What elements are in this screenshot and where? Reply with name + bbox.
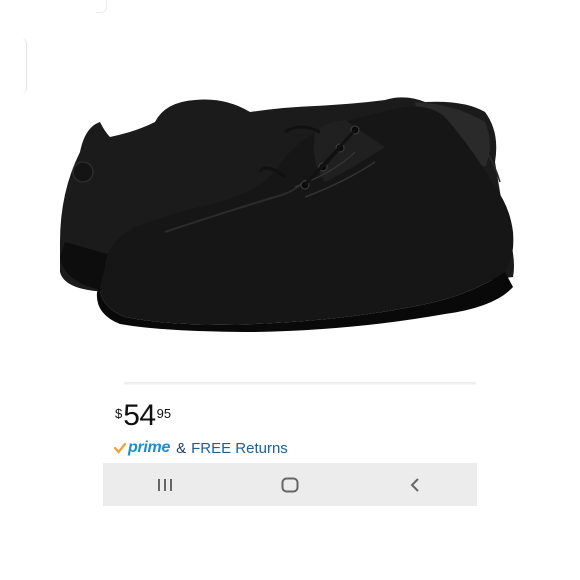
shipping-ampersand: & — [176, 439, 187, 457]
home-icon — [281, 477, 299, 492]
price-whole: 54 — [123, 399, 156, 432]
price-fraction: 95 — [156, 406, 172, 421]
price-currency-symbol: $ — [115, 406, 123, 421]
shipping-info: prime & FREE Returns — [114, 439, 288, 457]
frame-edge-top — [96, 0, 107, 13]
recent-apps-icon — [158, 478, 173, 491]
back-icon — [410, 477, 419, 492]
recent-apps-button[interactable] — [145, 470, 185, 500]
section-divider — [124, 382, 476, 385]
android-navigation-bar — [103, 463, 477, 506]
prime-label: prime — [128, 439, 171, 456]
price: $ 54 95 — [115, 401, 171, 431]
frame-edge-left — [18, 38, 27, 94]
prime-check-icon — [114, 442, 126, 454]
home-button[interactable] — [270, 470, 310, 500]
free-returns-label: FREE Returns — [191, 439, 288, 457]
back-button[interactable] — [395, 470, 435, 500]
product-image — [60, 97, 514, 332]
